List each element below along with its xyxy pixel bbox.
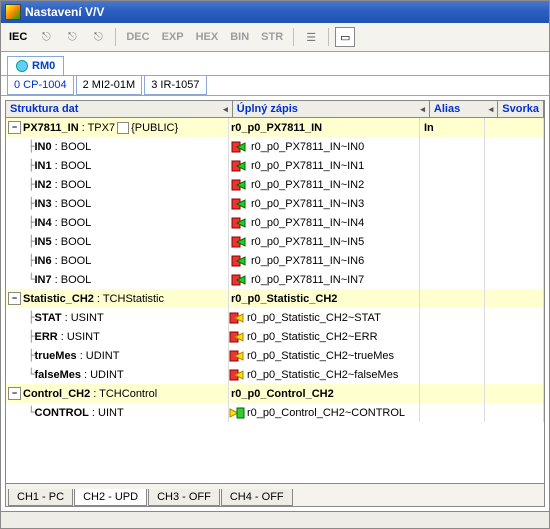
full-notation: r0_p0_PX7811_IN~IN7 xyxy=(249,274,364,286)
full-notation: r0_p0_PX7811_IN~IN2 xyxy=(249,179,364,191)
format-iec-button[interactable]: IEC xyxy=(5,31,31,43)
col-header-terminal[interactable]: Svorka xyxy=(498,101,544,117)
toolbar-window-icon[interactable]: ▭ xyxy=(335,27,355,47)
full-notation: r0_p0_PX7811_IN~IN3 xyxy=(249,198,364,210)
input-arrow-icon xyxy=(231,158,247,174)
struct-group-row[interactable]: −PX7811_IN : TPX7 {PUBLIC}r0_p0_PX7811_I… xyxy=(6,118,544,137)
full-notation: r0_p0_Control_CH2 xyxy=(229,388,334,400)
status-bar xyxy=(1,511,549,528)
col-header-structure[interactable]: Struktura dat◂ xyxy=(6,101,233,117)
full-notation: r0_p0_PX7811_IN~IN6 xyxy=(249,255,364,267)
struct-group-row[interactable]: −Control_CH2 : TCHControlr0_p0_Control_C… xyxy=(6,384,544,403)
stat-arrow-icon xyxy=(229,367,245,383)
struct-leaf-row[interactable]: ├IN2 : BOOLr0_p0_PX7811_IN~IN2 xyxy=(6,175,544,194)
full-notation: r0_p0_PX7811_IN~IN0 xyxy=(249,141,364,153)
col-header-alias[interactable]: Alias◂ xyxy=(430,101,498,117)
struct-leaf-row[interactable]: ├IN4 : BOOLr0_p0_PX7811_IN~IN4 xyxy=(6,213,544,232)
collapse-toggle[interactable]: − xyxy=(8,292,21,305)
channel-tab[interactable]: CH4 - OFF xyxy=(221,489,293,506)
collapse-toggle[interactable]: − xyxy=(8,121,21,134)
input-arrow-icon xyxy=(231,177,247,193)
channel-tab[interactable]: CH1 - PC xyxy=(8,489,73,506)
public-checkbox[interactable] xyxy=(117,122,129,134)
grid: Struktura dat◂ Úplný zápis◂ Alias◂ Svork… xyxy=(5,100,545,507)
toolbar-btn-3[interactable]: ⎋ xyxy=(87,26,109,48)
sort-icon: ◂ xyxy=(223,104,228,115)
module-tab[interactable]: 0 CP-1004 xyxy=(7,76,74,95)
input-arrow-icon xyxy=(231,234,247,250)
format-dec-button[interactable]: DEC xyxy=(122,31,153,43)
struct-leaf-row[interactable]: ├STAT : USINTr0_p0_Statistic_CH2~STAT xyxy=(6,308,544,327)
full-notation: r0_p0_Statistic_CH2 xyxy=(229,293,337,305)
rack-label: RM0 xyxy=(32,60,55,72)
rack-tab-rm0[interactable]: RM0 xyxy=(7,56,64,75)
io-settings-window: Nastavení V/V IEC ⎋ ⎋ ⎋ DEC EXP HEX BIN … xyxy=(0,0,550,529)
status-led-icon xyxy=(16,60,28,72)
toolbar: IEC ⎋ ⎋ ⎋ DEC EXP HEX BIN STR ☰ ▭ xyxy=(1,23,549,52)
struct-leaf-row[interactable]: ├IN0 : BOOLr0_p0_PX7811_IN~IN0 xyxy=(6,137,544,156)
grid-area: Struktura dat◂ Úplný zápis◂ Alias◂ Svork… xyxy=(1,96,549,511)
full-notation: r0_p0_PX7811_IN~IN1 xyxy=(249,160,364,172)
input-arrow-icon xyxy=(231,253,247,269)
struct-leaf-row[interactable]: └CONTROL : UINTr0_p0_Control_CH2~CONTROL xyxy=(6,403,544,422)
input-arrow-icon xyxy=(231,139,247,155)
struct-leaf-row[interactable]: ├IN1 : BOOLr0_p0_PX7811_IN~IN1 xyxy=(6,156,544,175)
titlebar[interactable]: Nastavení V/V xyxy=(1,1,549,23)
module-tab[interactable]: 2 MI2-01M xyxy=(76,76,143,95)
separator xyxy=(328,28,329,46)
channel-tab[interactable]: CH2 - UPD xyxy=(74,489,147,506)
stat-arrow-icon xyxy=(229,329,245,345)
toolbar-btn-1[interactable]: ⎋ xyxy=(35,26,57,48)
rack-tabs: RM0 xyxy=(1,52,549,75)
stat-arrow-icon xyxy=(229,348,245,364)
full-notation: r0_p0_Statistic_CH2~trueMes xyxy=(245,350,394,362)
channel-tab[interactable]: CH3 - OFF xyxy=(148,489,220,506)
struct-leaf-row[interactable]: └falseMes : UDINTr0_p0_Statistic_CH2~fal… xyxy=(6,365,544,384)
collapse-toggle[interactable]: − xyxy=(8,387,21,400)
control-arrow-icon xyxy=(229,405,245,421)
struct-leaf-row[interactable]: └IN7 : BOOLr0_p0_PX7811_IN~IN7 xyxy=(6,270,544,289)
struct-leaf-row[interactable]: ├IN5 : BOOLr0_p0_PX7811_IN~IN5 xyxy=(6,232,544,251)
format-str-button[interactable]: STR xyxy=(257,31,287,43)
window-title: Nastavení V/V xyxy=(25,5,104,19)
app-icon xyxy=(5,4,21,20)
alias-value: In xyxy=(424,122,434,134)
format-exp-button[interactable]: EXP xyxy=(158,31,188,43)
toolbar-btn-2[interactable]: ⎋ xyxy=(61,26,83,48)
input-arrow-icon xyxy=(231,196,247,212)
full-notation: r0_p0_Statistic_CH2~ERR xyxy=(245,331,378,343)
format-hex-button[interactable]: HEX xyxy=(192,31,223,43)
input-arrow-icon xyxy=(231,215,247,231)
struct-leaf-row[interactable]: ├ERR : USINTr0_p0_Statistic_CH2~ERR xyxy=(6,327,544,346)
module-tabs: 0 CP-10042 MI2-01M3 IR-1057 xyxy=(1,75,549,96)
toolbar-settings-icon[interactable]: ☰ xyxy=(300,26,322,48)
sort-icon: ◂ xyxy=(420,104,425,115)
grid-body[interactable]: −PX7811_IN : TPX7 {PUBLIC}r0_p0_PX7811_I… xyxy=(6,118,544,483)
grid-header: Struktura dat◂ Úplný zápis◂ Alias◂ Svork… xyxy=(6,101,544,118)
col-header-fullnotation[interactable]: Úplný zápis◂ xyxy=(233,101,430,117)
channel-tabs: CH1 - PCCH2 - UPDCH3 - OFFCH4 - OFF xyxy=(6,483,544,506)
full-notation: r0_p0_PX7811_IN~IN5 xyxy=(249,236,364,248)
full-notation: r0_p0_Control_CH2~CONTROL xyxy=(245,407,405,419)
struct-leaf-row[interactable]: ├IN6 : BOOLr0_p0_PX7811_IN~IN6 xyxy=(6,251,544,270)
full-notation: r0_p0_PX7811_IN xyxy=(229,122,322,134)
full-notation: r0_p0_Statistic_CH2~falseMes xyxy=(245,369,398,381)
struct-leaf-row[interactable]: ├IN3 : BOOLr0_p0_PX7811_IN~IN3 xyxy=(6,194,544,213)
sort-icon: ◂ xyxy=(489,104,494,115)
input-arrow-icon xyxy=(231,272,247,288)
full-notation: r0_p0_PX7811_IN~IN4 xyxy=(249,217,364,229)
module-tab[interactable]: 3 IR-1057 xyxy=(144,76,206,95)
struct-group-row[interactable]: −Statistic_CH2 : TCHStatisticr0_p0_Stati… xyxy=(6,289,544,308)
full-notation: r0_p0_Statistic_CH2~STAT xyxy=(245,312,381,324)
separator xyxy=(293,28,294,46)
stat-arrow-icon xyxy=(229,310,245,326)
format-bin-button[interactable]: BIN xyxy=(226,31,253,43)
separator xyxy=(115,28,116,46)
struct-leaf-row[interactable]: ├trueMes : UDINTr0_p0_Statistic_CH2~true… xyxy=(6,346,544,365)
